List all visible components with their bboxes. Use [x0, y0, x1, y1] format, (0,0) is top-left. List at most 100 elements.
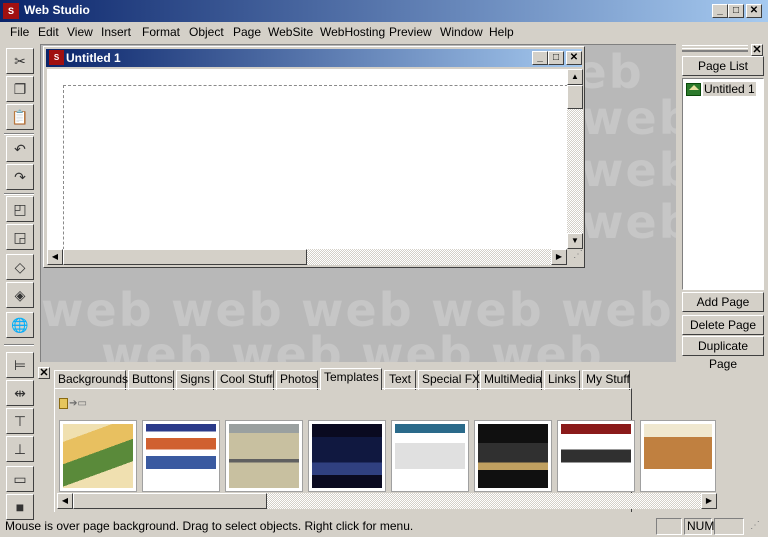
document-vertical-scrollbar[interactable]: ▲ ▼	[567, 69, 583, 249]
tab-special-fx[interactable]: Special FX	[418, 370, 480, 390]
page-boundary	[63, 85, 567, 249]
watermark: web	[581, 143, 676, 197]
scroll-left-icon[interactable]: ◀	[47, 249, 63, 265]
scroll-left-icon[interactable]: ◀	[57, 493, 73, 509]
template-thumbnail[interactable]	[474, 420, 552, 492]
page-icon	[686, 82, 701, 96]
resize-grip-icon[interactable]: ⋰	[567, 249, 583, 265]
template-thumbnail[interactable]	[225, 420, 303, 492]
page-canvas[interactable]	[47, 69, 567, 249]
vertical-scroll-thumb[interactable]	[567, 85, 583, 109]
delete-page-button[interactable]: Delete Page	[682, 315, 764, 335]
panel-grip[interactable]	[682, 48, 748, 52]
duplicate-page-button[interactable]: Duplicate Page	[682, 336, 764, 371]
folder-up-icon: ➔▭	[69, 397, 87, 409]
status-cell	[714, 518, 744, 535]
tab-links[interactable]: Links	[544, 370, 580, 390]
document-window[interactable]: S Untitled 1 _ □ ✕ ▲ ▼ ◀ ▶ ⋰	[43, 46, 585, 268]
app-title: Web Studio	[24, 3, 90, 17]
document-titlebar[interactable]: S Untitled 1 _ □ ✕	[46, 49, 582, 67]
menu-edit[interactable]: Edit	[38, 25, 59, 39]
template-thumbnail[interactable]	[557, 420, 635, 492]
tab-signs[interactable]: Signs	[176, 370, 214, 390]
menu-preview[interactable]: Preview	[389, 25, 432, 39]
tab-my-stuff[interactable]: My Stuff	[582, 370, 630, 390]
minimize-button[interactable]: _	[712, 4, 728, 18]
tab-backgrounds[interactable]: Backgrounds	[54, 370, 128, 390]
ungroup-icon[interactable]: ◈	[6, 282, 34, 308]
horizontal-scroll-thumb[interactable]	[63, 249, 307, 265]
toolbar-separator	[4, 344, 34, 346]
scroll-down-icon[interactable]: ▼	[567, 233, 583, 249]
template-thumbnail[interactable]	[640, 420, 716, 492]
align-middle-icon[interactable]: ⊥	[6, 436, 34, 462]
tab-cool-stuff[interactable]: Cool Stuff	[216, 370, 274, 390]
size-icon[interactable]: ▭	[6, 466, 34, 492]
menu-help[interactable]: Help	[489, 25, 514, 39]
menu-insert[interactable]: Insert	[101, 25, 131, 39]
align-top-icon[interactable]: ⊤	[6, 408, 34, 434]
page-list[interactable]: Untitled 1	[682, 78, 764, 290]
watermark: web	[101, 327, 214, 362]
scissors-icon[interactable]: ✂	[6, 48, 34, 74]
align-left-icon[interactable]: ⊨	[6, 352, 34, 378]
group-icon[interactable]: ◇	[6, 254, 34, 280]
menu-window[interactable]: Window	[440, 25, 483, 39]
statusbar: Mouse is over page background. Drag to s…	[0, 516, 768, 537]
thumb-6-preview	[478, 424, 548, 488]
doc-minimize-button[interactable]: _	[532, 51, 548, 65]
document-horizontal-scrollbar[interactable]: ◀ ▶	[47, 249, 567, 265]
workspace[interactable]: web web web web web web web web web web …	[40, 44, 676, 362]
tab-photos[interactable]: Photos	[276, 370, 318, 390]
align-center-icon[interactable]: ⇹	[6, 380, 34, 406]
globe-icon[interactable]: 🌐	[6, 312, 34, 338]
doc-close-button[interactable]: ✕	[566, 51, 582, 65]
scroll-right-icon[interactable]: ▶	[701, 493, 717, 509]
add-page-button[interactable]: Add Page	[682, 292, 764, 312]
watermark: web	[231, 327, 344, 362]
gallery-close-icon[interactable]: ✕	[38, 367, 50, 379]
panel-close-icon[interactable]: ✕	[751, 44, 763, 56]
scroll-up-icon[interactable]: ▲	[567, 69, 583, 85]
close-button[interactable]: ✕	[746, 4, 762, 18]
menu-page[interactable]: Page	[233, 25, 261, 39]
template-thumbnail[interactable]	[308, 420, 386, 492]
template-thumbnail[interactable]	[59, 420, 137, 492]
paste-icon[interactable]: 📋	[6, 104, 34, 130]
tab-text[interactable]: Text	[384, 370, 416, 390]
watermark: web	[581, 195, 676, 249]
watermark: web	[361, 327, 474, 362]
menu-object[interactable]: Object	[189, 25, 224, 39]
undo-icon[interactable]: ↶	[6, 136, 34, 162]
resize-grip-icon[interactable]: ⋰	[750, 520, 760, 531]
menu-view[interactable]: View	[67, 25, 93, 39]
menu-format[interactable]: Format	[142, 25, 180, 39]
template-thumbnail[interactable]	[142, 420, 220, 492]
tab-multimedia[interactable]: MultiMedia	[480, 370, 542, 390]
bring-forward-icon[interactable]: ◰	[6, 196, 34, 222]
toolbar-separator	[4, 133, 34, 135]
menu-webhosting[interactable]: WebHosting	[320, 25, 385, 39]
scroll-right-icon[interactable]: ▶	[551, 249, 567, 265]
menu-file[interactable]: File	[10, 25, 29, 39]
gallery-body: ➔▭ ◀ ▶	[54, 388, 717, 512]
page-list-item[interactable]: Untitled 1	[686, 82, 756, 96]
redo-icon[interactable]: ↷	[6, 164, 34, 190]
thumb-2-preview	[146, 424, 216, 488]
tab-templates[interactable]: Templates	[320, 368, 382, 390]
page-list-item-label: Untitled 1	[703, 82, 756, 96]
menu-website[interactable]: WebSite	[268, 25, 313, 39]
template-thumbnail[interactable]	[391, 420, 469, 492]
send-backward-icon[interactable]: ◲	[6, 224, 34, 250]
tab-buttons[interactable]: Buttons	[128, 370, 174, 390]
gallery-horizontal-scrollbar[interactable]: ◀ ▶	[57, 493, 717, 509]
watermark: web	[581, 91, 676, 145]
maximize-button[interactable]: □	[728, 4, 744, 18]
copy-icon[interactable]: ❐	[6, 76, 34, 102]
doc-maximize-button[interactable]: □	[548, 51, 564, 65]
page-list-panel: ✕ Page List Untitled 1 Add Page Delete P…	[678, 44, 766, 371]
folder-navigation[interactable]: ➔▭	[59, 396, 87, 410]
thumb-3-preview	[229, 424, 299, 488]
gallery-scroll-thumb[interactable]	[73, 493, 267, 509]
page-list-header[interactable]: Page List	[682, 56, 764, 76]
